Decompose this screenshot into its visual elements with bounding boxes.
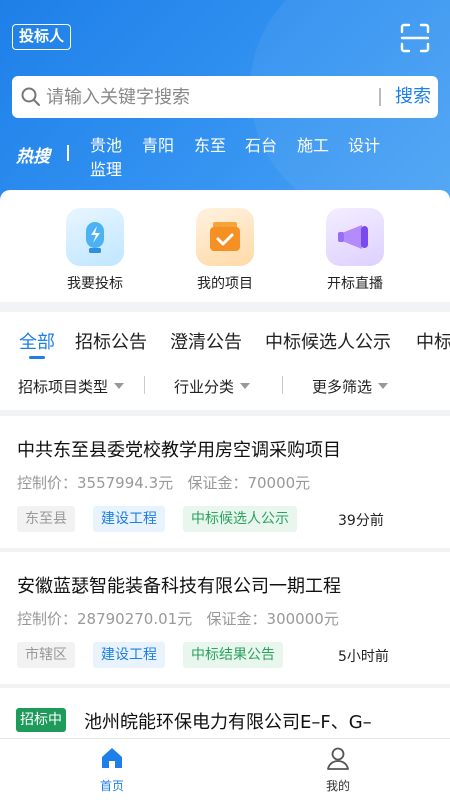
quick-action-projects[interactable]: 我的项目	[180, 208, 270, 293]
status-chip: 中标结果公告	[183, 642, 283, 668]
filter-more[interactable]: 更多筛选	[312, 376, 389, 397]
hot-search-label: 热搜	[16, 147, 50, 167]
filter-label: 行业分类	[174, 378, 235, 396]
scan-icon[interactable]	[399, 22, 431, 54]
megaphone-icon	[326, 208, 384, 266]
hot-search-divider	[67, 145, 69, 161]
quick-action-live[interactable]: 开标直播	[310, 208, 400, 293]
caret-down-icon	[114, 382, 125, 389]
status-chip: 中标候选人公示	[183, 506, 297, 532]
quick-action-label: 我要投标	[67, 276, 123, 292]
tab-winning[interactable]: 中标	[416, 328, 450, 354]
bidding-badge: 招标中	[16, 708, 66, 732]
deposit: 保证金：70000元	[187, 474, 311, 492]
quick-action-bid[interactable]: 我要投标	[50, 208, 140, 293]
hot-tag[interactable]: 贵池	[90, 132, 122, 156]
app-logo: 投标人	[12, 24, 72, 50]
search-button[interactable]: 搜索	[395, 76, 431, 118]
project-price: 控制价：28790270.01元 保证金：300000元	[17, 608, 339, 629]
project-title: 安徽蓝瑟智能装备科技有限公司一期工程	[17, 576, 341, 597]
quick-actions: 我要投标 我的项目 开标直播	[0, 190, 450, 302]
nav-label: 我的	[325, 779, 350, 793]
bottom-nav: 首页 我的	[0, 738, 450, 800]
filter-label: 更多筛选	[312, 378, 373, 396]
filter-industry[interactable]: 行业分类	[174, 376, 251, 397]
hot-tag[interactable]: 监理	[90, 156, 122, 180]
project-card[interactable]: 招标中 池州皖能环保电力有限公司E–F、G–	[0, 688, 450, 738]
hot-tag[interactable]: 施工	[297, 132, 329, 156]
tab-candidate[interactable]: 中标候选人公示	[265, 328, 391, 354]
project-title: 中共东至县委党校教学用房空调采购项目	[17, 440, 341, 461]
hot-tag[interactable]: 青阳	[142, 132, 174, 156]
nav-home[interactable]: 首页	[72, 745, 152, 794]
tab-indicator	[29, 356, 45, 359]
quick-action-label: 我的项目	[197, 276, 253, 292]
user-icon	[327, 747, 349, 770]
content-panel: 全部 招标公告 澄清公告 中标候选人公示 中标 招标项目类型 行业分类 更多筛选…	[0, 312, 450, 738]
quick-action-label: 开标直播	[327, 276, 383, 292]
search-icon	[21, 87, 40, 106]
search-input[interactable]	[46, 76, 366, 118]
hot-tag[interactable]: 设计	[348, 132, 380, 156]
filter-divider	[282, 376, 283, 394]
briefcase-icon	[196, 208, 254, 266]
category-chip: 建设工程	[93, 642, 165, 668]
tab-tender-notice[interactable]: 招标公告	[75, 328, 147, 354]
filter-divider	[144, 376, 145, 394]
deposit: 保证金：300000元	[206, 610, 339, 628]
nav-label: 首页	[99, 779, 124, 793]
nav-mine[interactable]: 我的	[298, 745, 378, 794]
region-chip: 市辖区	[17, 642, 75, 668]
caret-down-icon	[378, 382, 389, 389]
publish-time: 5小时前	[338, 649, 389, 665]
publish-time: 39分前	[338, 513, 384, 529]
caret-down-icon	[240, 382, 251, 389]
tab-clarification[interactable]: 澄清公告	[170, 328, 242, 354]
search-bar: 搜索	[12, 76, 438, 118]
hot-tag[interactable]: 石台	[245, 132, 277, 156]
region-chip: 东至县	[17, 506, 75, 532]
project-price: 控制价：3557994.3元 保证金：70000元	[17, 472, 310, 493]
hot-tag[interactable]: 东至	[194, 132, 226, 156]
project-card[interactable]: 安徽蓝瑟智能装备科技有限公司一期工程 控制价：28790270.01元 保证金：…	[0, 552, 450, 688]
control-price: 控制价：28790270.01元	[17, 610, 193, 628]
project-title: 池州皖能环保电力有限公司E–F、G–	[84, 712, 372, 733]
filter-label: 招标项目类型	[18, 378, 109, 396]
home-icon	[102, 748, 122, 768]
bulb-icon	[66, 208, 124, 266]
control-price: 控制价：3557994.3元	[17, 474, 174, 492]
tab-all[interactable]: 全部	[19, 328, 55, 354]
project-card[interactable]: 中共东至县委党校教学用房空调采购项目 控制价：3557994.3元 保证金：70…	[0, 416, 450, 552]
filter-project-type[interactable]: 招标项目类型	[18, 376, 125, 397]
search-divider	[379, 88, 381, 106]
category-chip: 建设工程	[93, 506, 165, 532]
